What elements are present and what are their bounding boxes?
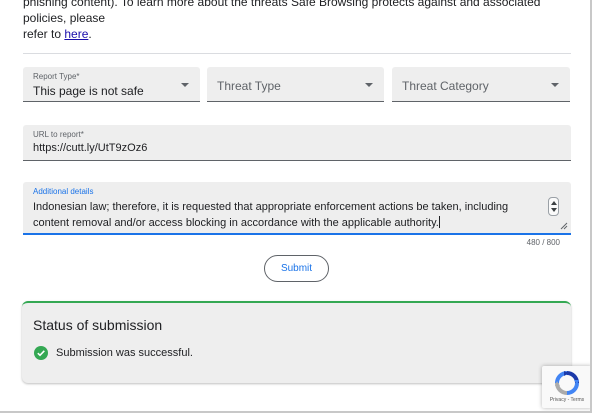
url-value: https://cutt.ly/UtT9zOz6: [33, 142, 148, 154]
dropdown-arrow-icon: [551, 83, 559, 87]
additional-details-label: Additional details: [33, 187, 94, 196]
character-counter: 480 / 800: [526, 238, 560, 247]
recaptcha-badge[interactable]: Privacy - Terms: [542, 366, 592, 408]
check-circle-icon: [34, 346, 48, 360]
status-panel: Status of submission Submission was succ…: [22, 301, 571, 383]
report-type-select[interactable]: Report Type* This page is not safe: [23, 67, 200, 102]
threat-category-placeholder: Threat Category: [402, 79, 489, 93]
report-type-label: Report Type*: [33, 72, 80, 81]
recaptcha-logo-icon: [555, 371, 579, 395]
status-title: Status of submission: [33, 317, 163, 333]
dropdown-arrow-icon: [181, 83, 189, 87]
intro-text: phishing content). To learn more about t…: [23, 0, 571, 42]
additional-details-textarea[interactable]: Additional details Indonesian law; there…: [23, 182, 571, 235]
text-caret: [438, 216, 440, 228]
intro-line-2-prefix: refer to: [23, 27, 65, 41]
url-field[interactable]: URL to report* https://cutt.ly/UtT9zOz6: [23, 125, 571, 161]
here-link[interactable]: here: [64, 27, 88, 41]
threat-type-placeholder: Threat Type: [217, 79, 281, 93]
additional-details-value: Indonesian law; therefore, it is request…: [33, 201, 509, 229]
threat-category-select[interactable]: Threat Category: [392, 67, 570, 102]
scroll-spinner[interactable]: [548, 197, 559, 216]
report-type-value: This page is not safe: [33, 84, 144, 98]
submit-button[interactable]: Submit: [264, 255, 329, 282]
scroll-down-icon[interactable]: [551, 208, 557, 212]
additional-details-text: Indonesian law; therefore, it is request…: [33, 199, 538, 231]
intro-line-1: phishing content). To learn more about t…: [23, 0, 541, 25]
dropdown-arrow-icon: [365, 83, 373, 87]
threat-type-select[interactable]: Threat Type: [207, 67, 384, 102]
intro-line-2-suffix: .: [88, 27, 92, 41]
url-label: URL to report*: [33, 130, 84, 139]
scroll-up-icon[interactable]: [551, 201, 557, 205]
status-message: Submission was successful.: [56, 347, 193, 359]
recaptcha-links[interactable]: Privacy - Terms: [542, 397, 592, 403]
resize-handle-icon[interactable]: [560, 222, 568, 230]
intro-line-2: refer to here.: [23, 26, 571, 42]
section-divider: [23, 53, 571, 54]
